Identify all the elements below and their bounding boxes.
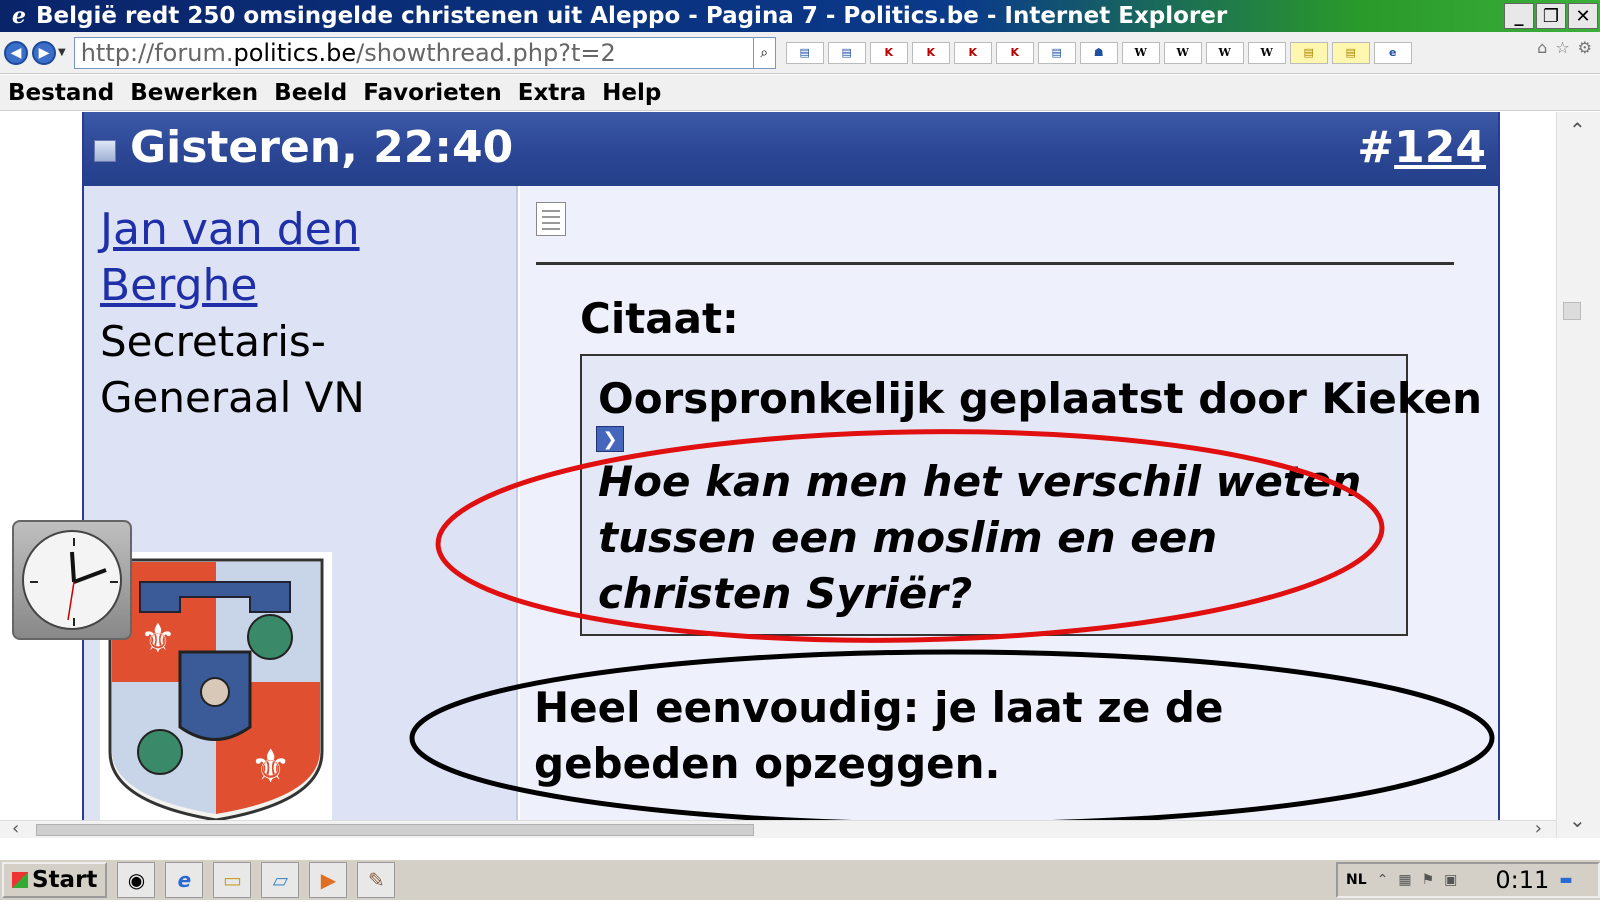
webcam-icon[interactable]: ◉ <box>117 862 156 898</box>
user-info: Jan van den Berghe Secretaris-Generaal V… <box>84 186 518 838</box>
favorite-link[interactable]: e <box>1373 41 1412 64</box>
folder-icon[interactable]: ▭ <box>213 862 252 898</box>
favorite-link[interactable]: ▤ <box>827 41 866 64</box>
menu-bar: Bestand Bewerken Beeld Favorieten Extra … <box>0 75 1600 111</box>
url-suffix: /showthread.php?t=2 <box>356 38 616 67</box>
menu-beeld[interactable]: Beeld <box>274 80 347 106</box>
menu-help[interactable]: Help <box>602 80 661 106</box>
reply-text: Heel eenvoudig: je laat ze de gebeden op… <box>534 683 1224 788</box>
menu-bewerken[interactable]: Bewerken <box>130 80 258 106</box>
url-domain: politics.be <box>233 38 357 67</box>
scroll-left-icon[interactable]: ‹ <box>12 818 19 839</box>
favorite-link[interactable]: W <box>1121 41 1160 64</box>
favorites-strip: ▤ ▤ K K K K ▤ ☗ W W W W ▤ ▤ e <box>785 41 1412 64</box>
username-link[interactable]: Jan van den Berghe <box>100 202 500 314</box>
favorite-link[interactable]: K <box>911 41 950 64</box>
paint-icon[interactable]: ✎ <box>357 862 396 898</box>
title-bar: e België redt 250 omsingelde christenen … <box>0 0 1600 32</box>
clock-time[interactable]: 0:11 <box>1495 866 1549 894</box>
media-player-icon[interactable]: ▶ <box>309 862 348 898</box>
page-viewport: Gisteren, 22:40 #124 Jan van den Berghe … <box>0 112 1556 838</box>
favorite-link[interactable]: K <box>869 41 908 64</box>
post-status-icon <box>94 140 116 162</box>
app-icon[interactable]: ▱ <box>261 862 300 898</box>
windows-flag-icon <box>12 872 28 888</box>
ie-taskbar-icon[interactable]: e <box>165 862 204 898</box>
system-tray: NL ⌃ ▦ ⚑ ▣ 0:11 ▬ <box>1336 862 1600 898</box>
network-icon[interactable]: ▦ <box>1398 872 1411 888</box>
view-post-icon[interactable]: ❯ <box>596 426 624 452</box>
language-indicator[interactable]: NL <box>1346 872 1367 888</box>
ie-icon: e <box>12 3 26 29</box>
post-header: Gisteren, 22:40 #124 <box>84 112 1498 186</box>
url-prefix: http://forum. <box>80 38 234 67</box>
post-number-hash: # <box>1357 122 1395 173</box>
favorite-link[interactable]: W <box>1163 41 1202 64</box>
post-icon <box>536 202 566 236</box>
forward-button[interactable]: ▶ <box>32 40 56 65</box>
flag-icon[interactable]: ⚑ <box>1422 872 1435 888</box>
window-title: België redt 250 omsingelde christenen ui… <box>36 3 1228 29</box>
menu-extra[interactable]: Extra <box>518 80 586 106</box>
svg-text:⚜: ⚜ <box>140 616 176 662</box>
svg-text:⚜: ⚜ <box>250 739 291 793</box>
restore-button[interactable]: ❐ <box>1536 3 1566 29</box>
address-bar: ◀ ▶ ▼ http://forum. politics.be/showthrea… <box>0 32 1600 74</box>
tray-expand-icon[interactable]: ⌃ <box>1377 872 1389 888</box>
taskbar: Start ◉ e ▭ ▱ ▶ ✎ NL ⌃ ▦ ⚑ ▣ 0:11 ▬ <box>0 858 1600 900</box>
clock-gadget[interactable] <box>12 520 132 640</box>
quote-author: Kieken <box>1321 374 1483 423</box>
star-icon[interactable]: ☆ <box>1555 38 1569 57</box>
start-label: Start <box>32 867 98 893</box>
quote-author-line: Oorspronkelijk geplaatst door Kieken <box>598 374 1482 423</box>
horizontal-scrollbar[interactable]: ‹ › <box>0 818 1556 839</box>
favorite-link[interactable]: ▤ <box>785 41 824 64</box>
clock-face <box>22 530 122 630</box>
quote-prefix: Oorspronkelijk geplaatst door <box>598 374 1322 423</box>
url-field[interactable]: http://forum. politics.be/showthread.php?… <box>73 36 754 69</box>
minimize-button[interactable]: _ <box>1504 3 1534 29</box>
favorite-link[interactable]: ▤ <box>1331 41 1370 64</box>
post-number: #124 <box>1357 122 1486 173</box>
history-dropdown-icon[interactable]: ▼ <box>58 47 66 58</box>
start-button[interactable]: Start <box>2 862 108 898</box>
quote-label: Citaat: <box>580 294 739 343</box>
favorite-link[interactable]: K <box>995 41 1034 64</box>
close-button[interactable]: ✕ <box>1568 3 1598 29</box>
gear-icon[interactable]: ⚙ <box>1578 38 1592 57</box>
favorite-link[interactable]: ▤ <box>1289 41 1328 64</box>
scroll-right-icon[interactable]: › <box>1535 818 1542 839</box>
vertical-scrollbar[interactable]: ⌃ ⌄ <box>1556 112 1600 838</box>
favorite-link[interactable]: ☗ <box>1079 41 1118 64</box>
user-title: Secretaris-Generaal VN <box>100 317 365 422</box>
search-icon[interactable]: ⌕ <box>753 36 776 69</box>
quote-text: Hoe kan men het verschil weten tussen ee… <box>598 457 1362 618</box>
home-icon[interactable]: ⌂ <box>1537 38 1547 57</box>
show-desktop-icon[interactable]: ▬ <box>1559 872 1572 888</box>
menu-favorieten[interactable]: Favorieten <box>363 80 501 106</box>
hscroll-thumb[interactable] <box>36 824 754 836</box>
speaker-icon[interactable]: ▣ <box>1444 872 1457 888</box>
scroll-up-icon[interactable]: ⌃ <box>1569 118 1586 142</box>
forum-post: Gisteren, 22:40 #124 Jan van den Berghe … <box>82 112 1500 838</box>
back-button[interactable]: ◀ <box>4 40 28 65</box>
favorite-link[interactable]: W <box>1205 41 1244 64</box>
favorite-link[interactable]: ▤ <box>1037 41 1076 64</box>
scroll-thumb[interactable] <box>1563 302 1581 320</box>
message-body: Citaat: Oorspronkelijk geplaatst door Ki… <box>520 186 1498 838</box>
divider <box>536 262 1454 265</box>
menu-bestand[interactable]: Bestand <box>8 80 114 106</box>
scroll-down-icon[interactable]: ⌄ <box>1569 808 1586 832</box>
avatar: ⚜ ⚜ <box>100 552 332 824</box>
post-number-link[interactable]: 124 <box>1394 122 1486 173</box>
favorite-link[interactable]: K <box>953 41 992 64</box>
favorite-link[interactable]: W <box>1247 41 1286 64</box>
quote-box: Oorspronkelijk geplaatst door Kieken ❯ H… <box>580 354 1482 636</box>
post-date: Gisteren, 22:40 <box>130 122 514 173</box>
